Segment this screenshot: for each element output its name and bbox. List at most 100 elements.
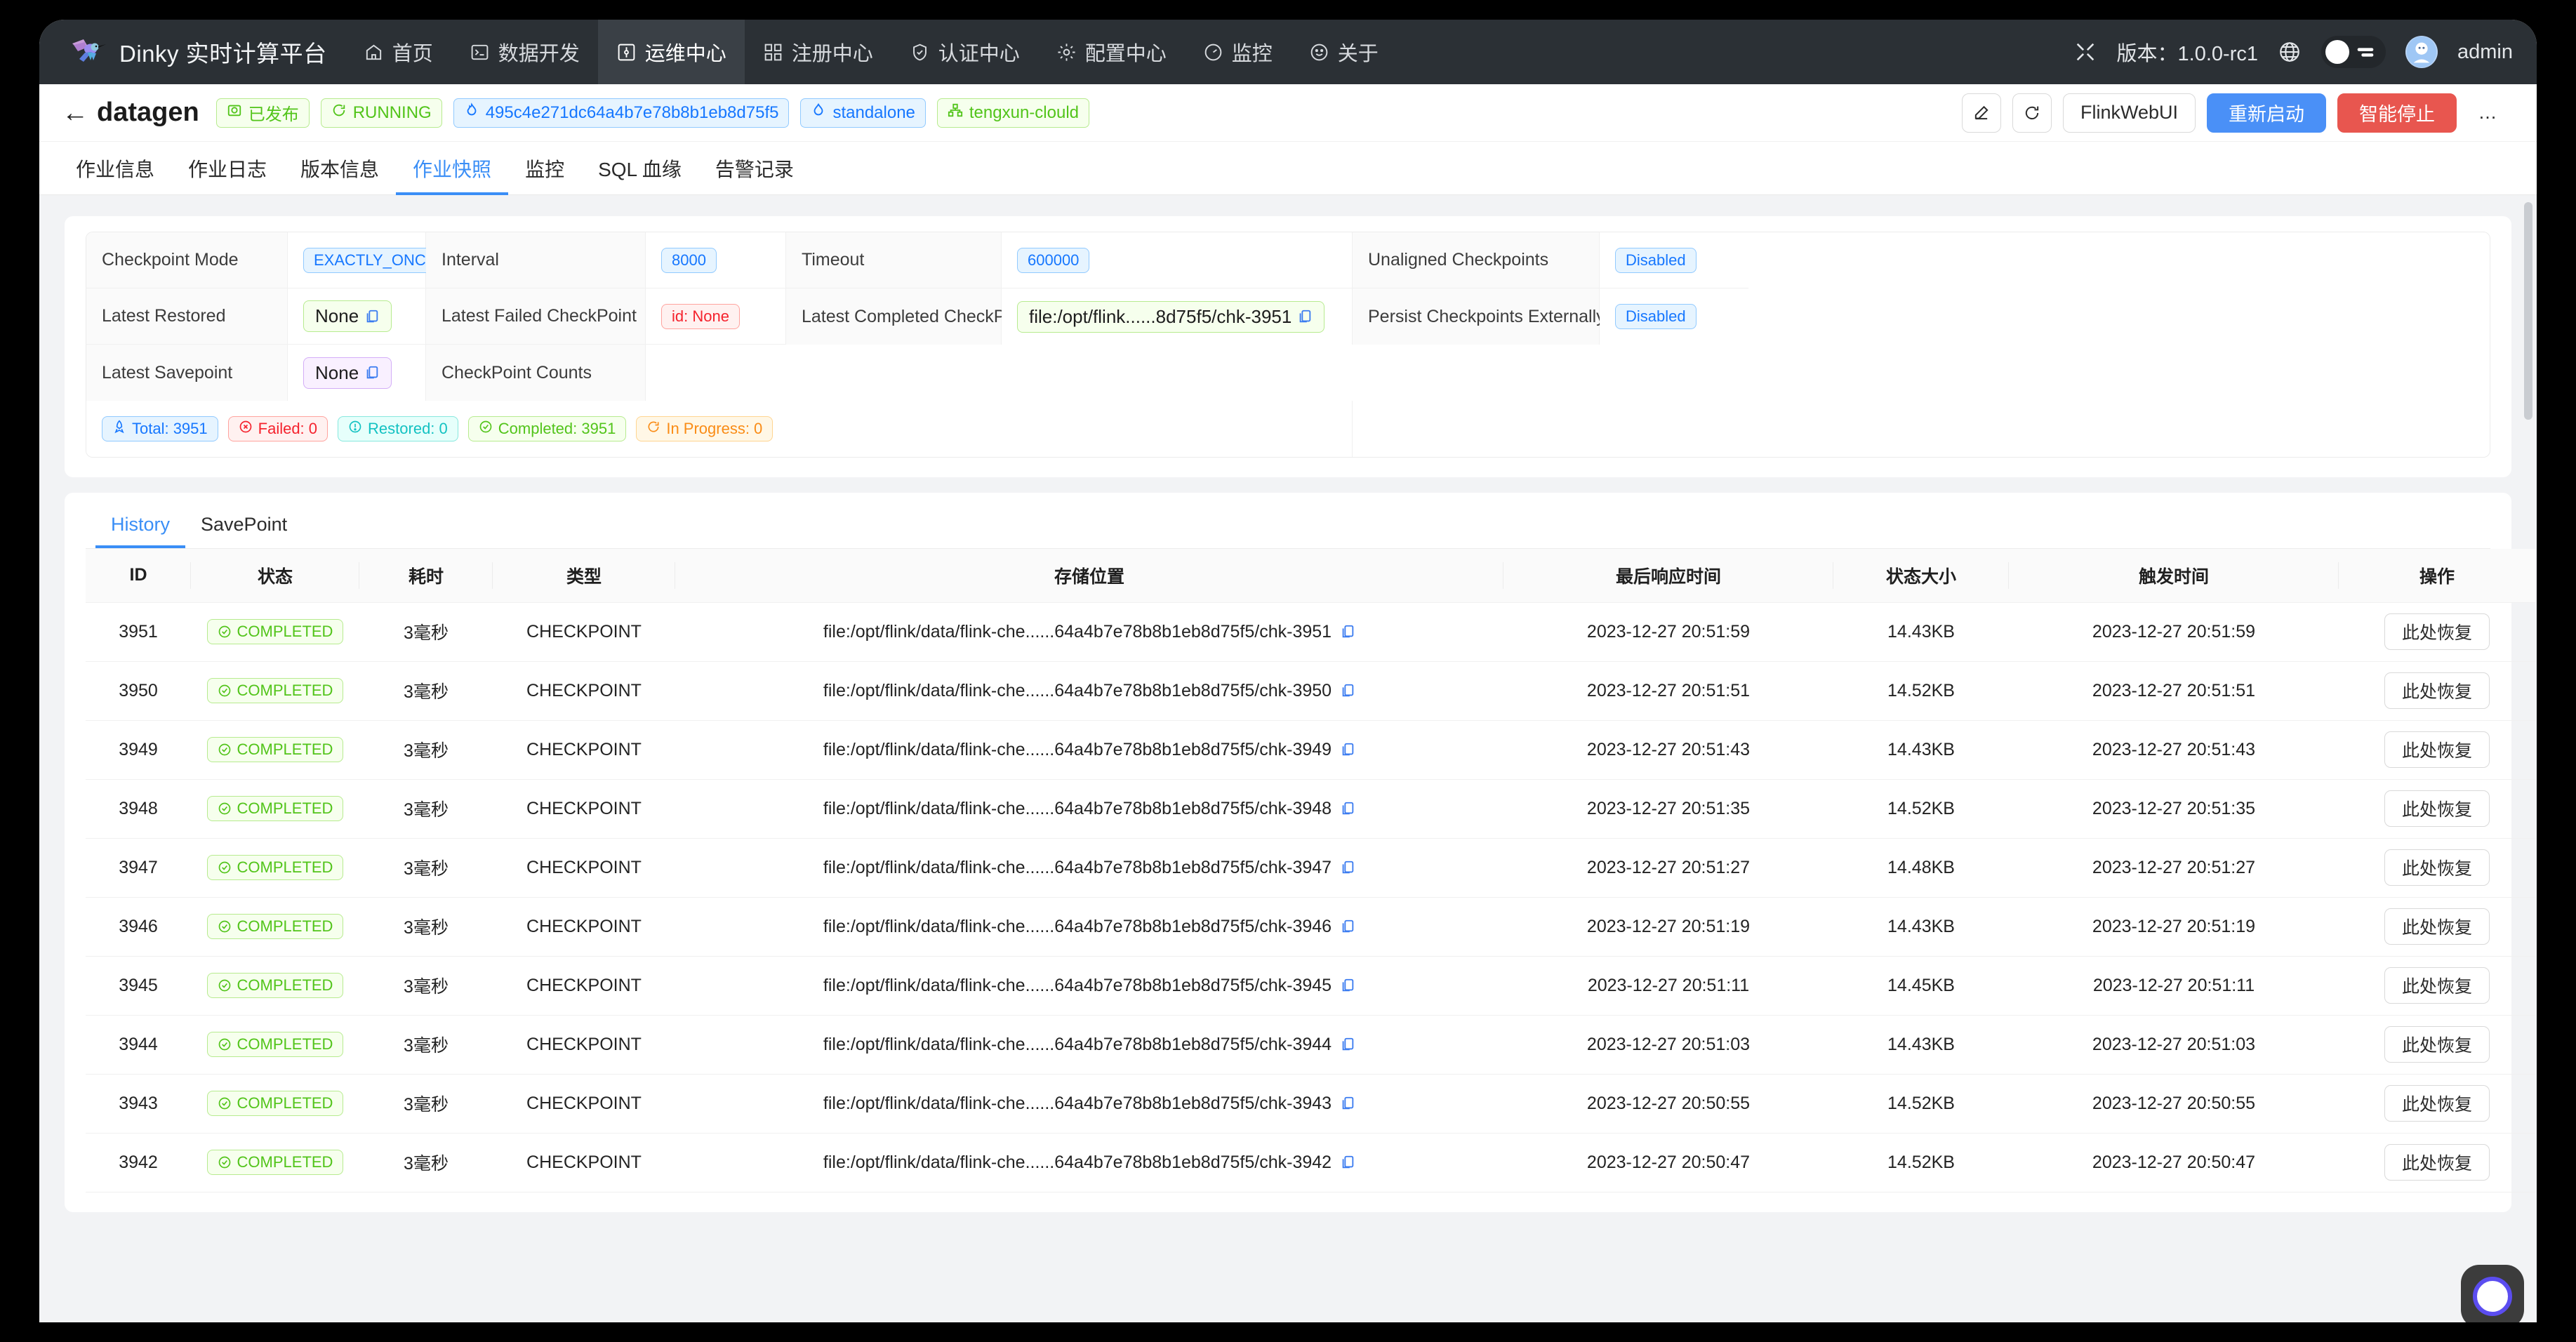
cell-action: 此处恢复 (2339, 720, 2535, 780)
nav-item-config-center[interactable]: 配置中心 (1038, 20, 1185, 84)
status-badge: COMPLETED (206, 914, 344, 939)
ops-icon (616, 41, 637, 62)
count-restored-label: Restored: 0 (368, 420, 448, 437)
nav-item-data-dev[interactable]: 数据开发 (451, 20, 598, 84)
tab-monitor[interactable]: 监控 (508, 142, 581, 195)
history-card: History SavePoint ID 状态 耗时 类型 存储位置 最后响应时… (65, 493, 2535, 1212)
label-persist-checkpoints: Persist Checkpoints Externally Enabled (1353, 288, 1674, 345)
copy-icon[interactable] (1340, 859, 1355, 876)
table-row[interactable]: 3950 COMPLETED 3毫秒 CHECKPOINT file:/opt/flin… (86, 661, 2535, 721)
copy-icon[interactable] (1340, 800, 1355, 817)
nav-item-auth-center[interactable]: 认证中心 (891, 20, 1038, 84)
copy-icon[interactable] (1340, 741, 1355, 758)
col-last-ack-time[interactable]: 最后响应时间 (1503, 549, 1833, 603)
restore-here-button[interactable]: 此处恢复 (2384, 967, 2490, 1004)
table-row[interactable]: 3944 COMPLETED 3毫秒 CHECKPOINT file:/opt/flin… (86, 1015, 2535, 1075)
cell-trigger-time: 2023-12-27 20:51:11 (2009, 956, 2339, 1016)
col-status[interactable]: 状态 (191, 549, 359, 603)
tab-sql-lineage[interactable]: SQL 血缘 (581, 142, 698, 195)
latest-completed-badge[interactable]: file:/opt/flink......8d75f5/chk-3951 (1017, 300, 1325, 333)
restore-here-button[interactable]: 此处恢复 (2384, 1026, 2490, 1063)
floating-assistant-button[interactable] (2461, 1265, 2524, 1322)
storage-path-text: file:/opt/flink/data/flink-che......64a4… (823, 1152, 1332, 1172)
globe-icon[interactable] (2278, 40, 2302, 64)
col-trigger-time[interactable]: 触发时间 (2009, 549, 2339, 603)
nav-item-about[interactable]: 关于 (1291, 20, 1397, 84)
table-row[interactable]: 3948 COMPLETED 3毫秒 CHECKPOINT file:/opt/flin… (86, 779, 2535, 839)
tab-version-info[interactable]: 版本信息 (284, 142, 396, 195)
restore-here-button[interactable]: 此处恢复 (2384, 613, 2490, 650)
cell-storage-path: file:/opt/flink/data/flink-che......64a4… (675, 1133, 1503, 1192)
nav-item-monitor[interactable]: 监控 (1185, 20, 1291, 84)
tab-alert-records[interactable]: 告警记录 (698, 142, 811, 195)
tag-running-label: RUNNING (352, 102, 432, 122)
restore-here-button[interactable]: 此处恢复 (2384, 1085, 2490, 1122)
scrollbar-thumb[interactable] (2524, 202, 2532, 420)
fullscreen-icon[interactable] (2073, 40, 2097, 64)
subtab-savepoint[interactable]: SavePoint (185, 504, 303, 548)
status-badge-label: COMPLETED (237, 682, 333, 699)
table-row[interactable]: 3946 COMPLETED 3毫秒 CHECKPOINT file:/opt/flin… (86, 897, 2535, 957)
col-type[interactable]: 类型 (493, 549, 675, 603)
restore-here-button[interactable]: 此处恢复 (2384, 790, 2490, 827)
latest-restored-badge[interactable]: None (303, 300, 392, 332)
tab-job-info[interactable]: 作业信息 (59, 142, 171, 195)
col-duration[interactable]: 耗时 (359, 549, 493, 603)
table-row[interactable]: 3945 COMPLETED 3毫秒 CHECKPOINT file:/opt/flin… (86, 956, 2535, 1016)
restore-here-button[interactable]: 此处恢复 (2384, 849, 2490, 886)
copy-icon[interactable] (1340, 1095, 1355, 1112)
col-id[interactable]: ID (86, 549, 191, 603)
loading-icon (646, 420, 660, 438)
table-row[interactable]: 3951 COMPLETED 3毫秒 CHECKPOINT file:/opt/flin… (86, 602, 2535, 662)
vertical-scrollbar[interactable] (2524, 202, 2532, 1297)
copy-icon[interactable] (364, 308, 380, 325)
latest-savepoint-badge[interactable]: None (303, 357, 392, 389)
restart-button[interactable]: 重新启动 (2207, 93, 2326, 133)
copy-icon[interactable] (1340, 682, 1355, 699)
status-badge: COMPLETED (206, 737, 344, 762)
copy-icon[interactable] (1340, 977, 1355, 994)
copy-icon[interactable] (364, 364, 380, 381)
nav-item-auth-center-label: 认证中心 (938, 43, 1020, 65)
col-action[interactable]: 操作 (2339, 549, 2535, 603)
tag-job-id: 495c4e271dc64a4b7e78b8b1eb8d75f5 (453, 98, 790, 128)
copy-icon[interactable] (1340, 623, 1355, 640)
count-inprogress-label: In Progress: 0 (666, 420, 763, 437)
cell-storage-path: file:/opt/flink/data/flink-che......64a4… (675, 661, 1503, 721)
refresh-button[interactable] (2012, 93, 2052, 133)
smart-stop-button[interactable]: 智能停止 (2337, 93, 2457, 133)
copy-icon[interactable] (1340, 918, 1355, 935)
more-actions-button[interactable]: … (2468, 93, 2507, 133)
subtab-history[interactable]: History (95, 504, 185, 548)
nav-item-registry-center[interactable]: 注册中心 (745, 20, 891, 84)
tab-job-log[interactable]: 作业日志 (171, 142, 284, 195)
col-storage-path[interactable]: 存储位置 (675, 549, 1503, 603)
restore-here-button[interactable]: 此处恢复 (2384, 1144, 2490, 1181)
edit-button[interactable] (1961, 93, 2001, 133)
value-interval: 8000 (646, 232, 786, 288)
nav-item-ops-center[interactable]: 运维中心 (597, 20, 745, 84)
label-latest-failed-checkpoint: Latest Failed CheckPoint (426, 288, 646, 345)
tab-job-snapshot[interactable]: 作业快照 (396, 142, 508, 195)
table-row[interactable]: 3942 COMPLETED 3毫秒 CHECKPOINT file:/opt/flin… (86, 1133, 2535, 1192)
cell-state-size: 14.43KB (1833, 720, 2009, 780)
dinky-logo-icon[interactable] (58, 27, 112, 77)
table-row[interactable]: 3949 COMPLETED 3毫秒 CHECKPOINT file:/opt/flin… (86, 720, 2535, 780)
restore-here-button[interactable]: 此处恢复 (2384, 908, 2490, 945)
restore-here-button[interactable]: 此处恢复 (2384, 672, 2490, 709)
back-arrow-icon[interactable]: ← (59, 100, 91, 126)
col-state-size[interactable]: 状态大小 (1833, 549, 2009, 603)
copy-icon[interactable] (1340, 1036, 1355, 1053)
checkpoint-info-grid: Checkpoint Mode EXACTLY_ONCE Interval 80… (86, 232, 2490, 458)
status-badge-label: COMPLETED (237, 858, 333, 876)
nav-item-home[interactable]: 首页 (345, 20, 451, 84)
copy-icon[interactable] (1340, 1154, 1355, 1171)
status-badge-label: COMPLETED (237, 917, 333, 935)
copy-icon[interactable] (1297, 308, 1313, 325)
restore-here-button[interactable]: 此处恢复 (2384, 731, 2490, 768)
table-row[interactable]: 3943 COMPLETED 3毫秒 CHECKPOINT file:/opt/flin… (86, 1074, 2535, 1134)
flink-web-ui-button[interactable]: FlinkWebUI (2062, 93, 2196, 133)
theme-toggle[interactable] (2321, 36, 2386, 68)
table-row[interactable]: 3947 COMPLETED 3毫秒 CHECKPOINT file:/opt/flin… (86, 838, 2535, 898)
avatar[interactable] (2405, 36, 2438, 68)
